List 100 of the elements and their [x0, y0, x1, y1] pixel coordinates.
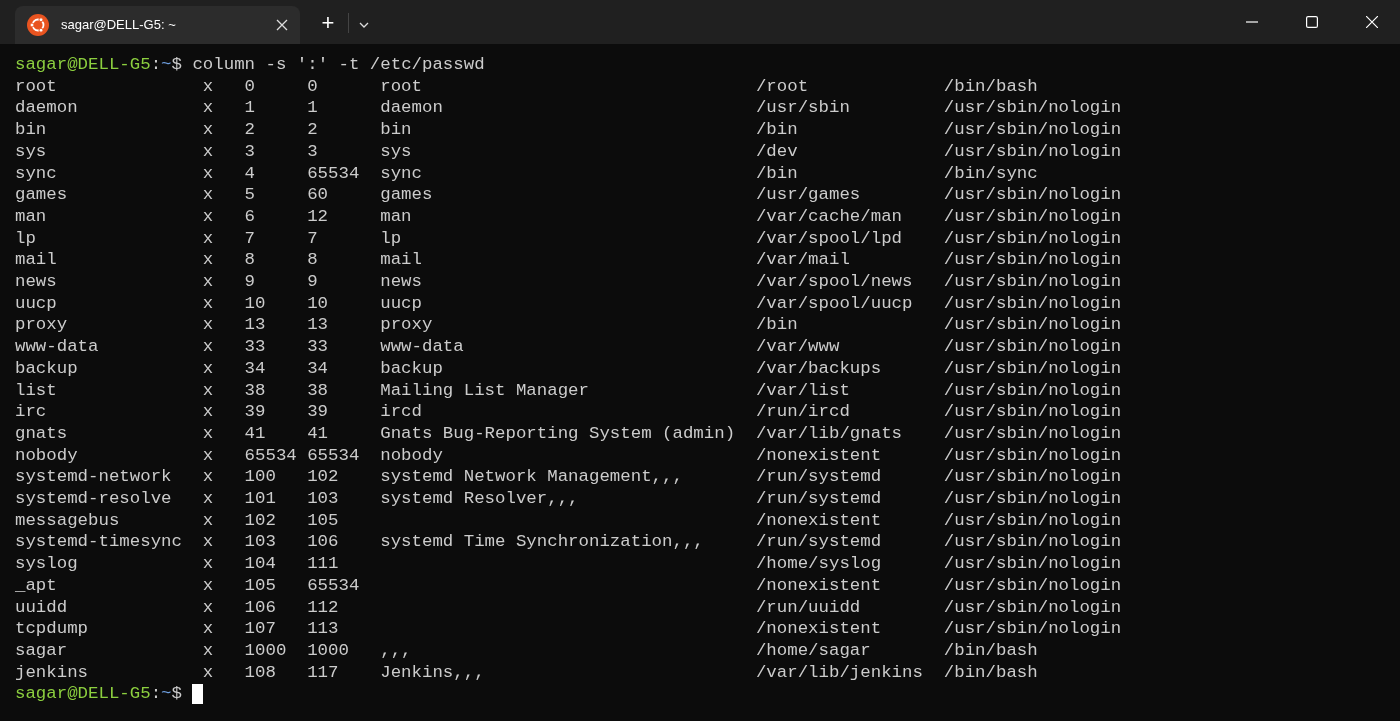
output-cell: x — [202, 120, 214, 140]
output-cell: x — [202, 185, 214, 205]
output-cell: /usr/games — [755, 185, 861, 205]
output-cell: 8 — [307, 250, 318, 270]
output-cell: /usr/sbin/nologin — [943, 575, 1122, 595]
new-tab-button[interactable]: + — [308, 8, 348, 38]
output-cell: lp — [380, 228, 402, 248]
output-cell: /usr/sbin/nologin — [943, 185, 1122, 205]
output-cell: _apt — [15, 575, 57, 595]
output-cell: /nonexistent — [755, 510, 882, 530]
output-cell: 0 — [307, 76, 318, 96]
output-cell: sys — [380, 141, 412, 161]
output-cell: /usr/sbin/nologin — [943, 489, 1122, 509]
output-cell: x — [202, 206, 214, 226]
output-cell: man — [15, 206, 47, 226]
output-cell: x — [202, 423, 214, 443]
output-cell: 8 — [244, 250, 255, 270]
output-cell: root — [380, 76, 422, 96]
output-cell: /usr/sbin/nologin — [943, 337, 1122, 357]
output-cell: 34 — [307, 358, 329, 378]
output-cell: 65534 — [307, 163, 360, 183]
output-cell: x — [202, 163, 214, 183]
output-cell: ircd — [380, 402, 422, 422]
output-cell: x — [202, 467, 214, 487]
output-cell: 10 — [244, 293, 266, 313]
output-cell: x — [202, 141, 214, 161]
output-cell: nobody — [380, 445, 443, 465]
output-cell: systemd Resolver,,, — [380, 489, 579, 509]
output-cell: x — [202, 76, 214, 96]
output-cell: /nonexistent — [755, 445, 882, 465]
output-cell: 104 — [244, 554, 276, 574]
output-cell: /var/cache/man — [755, 206, 903, 226]
output-cell: systemd-network — [15, 467, 172, 487]
output-cell: x — [202, 402, 214, 422]
output-cell: 34 — [244, 358, 266, 378]
output-cell: /usr/sbin/nologin — [943, 250, 1122, 270]
output-cell: /usr/sbin/nologin — [943, 402, 1122, 422]
output-cell: /home/sagar — [755, 641, 871, 660]
output-cell: tcpdump — [15, 619, 89, 639]
output-cell: sagar — [15, 641, 68, 660]
output-cell: /usr/sbin/nologin — [943, 272, 1122, 292]
output-cell: /run/uuidd — [755, 597, 861, 617]
output-cell: x — [202, 358, 214, 378]
output-cell: 7 — [244, 228, 255, 248]
output-cell: /usr/sbin/nologin — [943, 619, 1122, 639]
output-cell: 1 — [307, 98, 318, 118]
output-cell: 2 — [244, 120, 255, 140]
output-cell: 33 — [244, 337, 266, 357]
output-cell: ,,, — [380, 641, 412, 660]
output-cell: systemd-resolve — [15, 489, 172, 509]
output-cell: /bin — [755, 315, 798, 335]
output-cell: 38 — [244, 380, 266, 400]
output-cell: /usr/sbin/nologin — [943, 380, 1122, 400]
output-cell: /run/systemd — [755, 532, 882, 552]
dropdown-caret-icon[interactable] — [359, 22, 369, 28]
output-cell: /var/www — [755, 337, 840, 357]
shell-prompt: sagar@DELL-G5:~$ — [15, 54, 182, 76]
output-cell: 101 — [244, 489, 276, 509]
output-cell: /usr/sbin/nologin — [943, 510, 1122, 530]
output-cell: /usr/sbin — [755, 98, 850, 118]
output-cell: x — [202, 619, 214, 639]
close-icon[interactable] — [276, 19, 288, 31]
output-cell: Mailing List Manager — [380, 380, 589, 400]
output-cell: mail — [15, 250, 57, 270]
output-cell: 6 — [244, 206, 255, 226]
output-cell: /usr/sbin/nologin — [943, 206, 1122, 226]
output-cell: 39 — [307, 402, 329, 422]
maximize-icon[interactable] — [1306, 16, 1318, 28]
output-cell: 5 — [244, 185, 255, 205]
output-cell: sync — [15, 163, 57, 183]
output-cell: x — [202, 337, 214, 357]
output-cell: systemd Network Management,,, — [380, 467, 683, 487]
output-cell: /var/list — [755, 380, 850, 400]
output-cell: /var/lib/gnats — [755, 423, 903, 443]
output-cell: 2 — [307, 120, 318, 140]
output-cell: /usr/sbin/nologin — [943, 467, 1122, 487]
output-cell: 1000 — [244, 641, 287, 660]
output-cell: /run/systemd — [755, 489, 882, 509]
output-cell: x — [202, 532, 214, 552]
output-cell: /usr/sbin/nologin — [943, 358, 1122, 378]
output-cell: 105 — [244, 575, 276, 595]
output-cell: x — [202, 228, 214, 248]
output-cell: 108 — [244, 662, 276, 682]
terminal-tab[interactable]: sagar@DELL-G5: ~ — [15, 6, 300, 44]
output-cell: mail — [380, 250, 422, 270]
output-cell: 65534 — [307, 445, 360, 465]
output-cell: list — [15, 380, 57, 400]
ubuntu-logo-icon — [27, 14, 49, 36]
output-cell: syslog — [15, 554, 78, 574]
output-cell: daemon — [15, 98, 78, 118]
output-cell: sync — [380, 163, 422, 183]
output-cell: /dev — [755, 141, 798, 161]
output-cell: uuidd — [15, 597, 68, 617]
output-cell: /bin — [755, 163, 798, 183]
output-cell: /usr/sbin/nologin — [943, 597, 1122, 617]
output-cell: /usr/sbin/nologin — [943, 554, 1122, 574]
output-cell: gnats — [15, 423, 68, 443]
output-cell: 13 — [307, 315, 329, 335]
output-cell: x — [202, 293, 214, 313]
output-cell: nobody — [15, 445, 78, 465]
